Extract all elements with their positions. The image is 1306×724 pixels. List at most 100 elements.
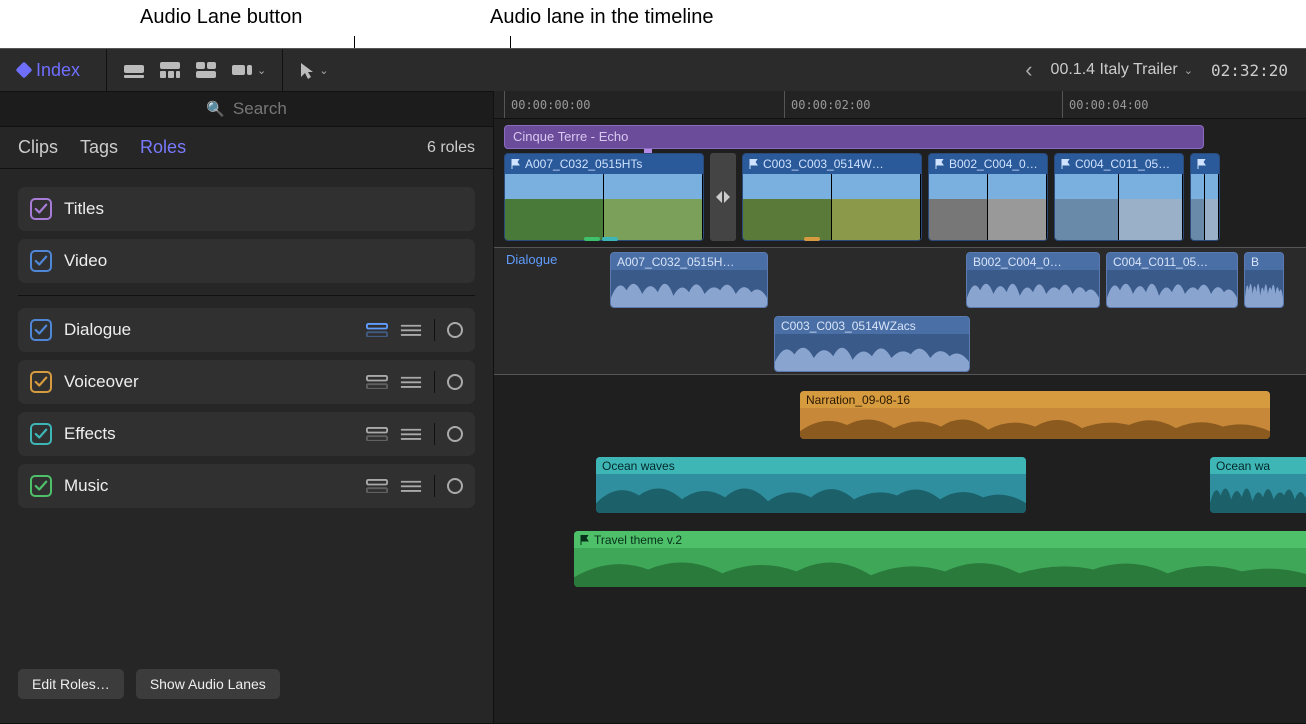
audio-clip[interactable]: C003_C003_0514WZacs	[774, 316, 970, 372]
chevron-down-icon: ⌄	[257, 64, 266, 77]
clip-label: Ocean wa	[1210, 457, 1306, 474]
audio-clip-effects[interactable]: Ocean wa	[1210, 457, 1306, 513]
roles-list: Titles Video Dialogue Voiceover Effects Music	[0, 169, 493, 508]
subroles-button[interactable]	[400, 478, 422, 494]
role-checkbox[interactable]	[30, 475, 52, 497]
video-clip[interactable]: C003_C003_0514W…	[742, 153, 922, 241]
timeline-index-sidebar: 🔍 Search Clips Tags Roles 6 roles Titles…	[0, 91, 494, 723]
search-placeholder: Search	[233, 99, 287, 119]
tool-menu[interactable]: ⌄	[283, 61, 344, 79]
tab-roles[interactable]: Roles	[140, 137, 186, 158]
keyword-marker[interactable]	[804, 237, 820, 241]
role-name: Voiceover	[64, 372, 139, 392]
annotation-lane-button: Audio Lane button	[140, 6, 302, 29]
tab-tags[interactable]: Tags	[80, 137, 118, 158]
toolbar: Index ⌄ ⌄ ‹ 00.1.4 Italy Trailer ⌄ 02:32…	[0, 49, 1306, 91]
audio-lane-button[interactable]	[366, 478, 388, 494]
focus-button[interactable]	[447, 374, 463, 390]
clip-label: A007_C032_0515H…	[611, 253, 767, 270]
role-row-dialogue[interactable]: Dialogue	[18, 308, 475, 352]
audio-lane-button[interactable]	[366, 374, 388, 390]
ruler-tick: 00:00:02:00	[784, 91, 870, 118]
index-tabs: Clips Tags Roles 6 roles	[0, 127, 493, 169]
role-name: Video	[64, 251, 107, 271]
role-name: Titles	[64, 199, 104, 219]
clip-view-3-icon[interactable]	[195, 61, 217, 79]
clip-label	[1191, 154, 1219, 174]
audio-lane-button[interactable]	[366, 426, 388, 442]
pointer-tool-icon	[299, 61, 315, 79]
sidebar-footer: Edit Roles… Show Audio Lanes	[0, 655, 493, 723]
subroles-button[interactable]	[400, 374, 422, 390]
clip-view-4-icon	[231, 61, 253, 79]
video-clip[interactable]	[1190, 153, 1220, 241]
clip-label: Travel theme v.2	[574, 531, 1306, 548]
role-checkbox[interactable]	[30, 250, 52, 272]
annotation-area: Audio Lane button Audio lane in the time…	[0, 0, 1306, 48]
search-icon: 🔍	[206, 100, 225, 118]
clip-label: C003_C003_0514W…	[743, 154, 921, 174]
focus-button[interactable]	[447, 478, 463, 494]
clip-label: B	[1245, 253, 1283, 270]
clip-view-1-icon[interactable]	[123, 61, 145, 79]
role-row-voiceover[interactable]: Voiceover	[18, 360, 475, 404]
transition-icon[interactable]	[710, 153, 736, 241]
audio-clip[interactable]: C004_C011_05…	[1106, 252, 1238, 308]
role-checkbox[interactable]	[30, 319, 52, 341]
focus-button[interactable]	[447, 426, 463, 442]
audio-clip-voiceover[interactable]: Narration_09-08-16	[800, 391, 1270, 439]
clip-appearance-buttons: ⌄	[107, 61, 282, 79]
clip-view-2-icon[interactable]	[159, 61, 181, 79]
edit-roles-button[interactable]: Edit Roles…	[18, 669, 124, 699]
role-checkbox[interactable]	[30, 371, 52, 393]
keyword-marker[interactable]	[584, 237, 600, 241]
clip-label: B002_C004_0…	[967, 253, 1099, 270]
audio-clip[interactable]: B002_C004_0…	[966, 252, 1100, 308]
project-menu[interactable]: 00.1.4 Italy Trailer ⌄	[1051, 61, 1193, 79]
timeline[interactable]: 00:00:00:0000:00:02:0000:00:04:00 Cinque…	[494, 91, 1306, 723]
dialogue-audio-lane: DialogueA007_C032_0515H…B002_C004_0…C004…	[494, 247, 1306, 375]
chevron-down-icon: ⌄	[1184, 64, 1193, 77]
tracks-area: Cinque Terre - Echo A007_C032_0515HTs C003…	[494, 119, 1306, 723]
video-clip[interactable]: C004_C011_05…	[1054, 153, 1184, 241]
chevron-down-icon: ⌄	[319, 64, 328, 77]
subroles-button[interactable]	[400, 322, 422, 338]
annotation-lane-timeline: Audio lane in the timeline	[490, 6, 713, 29]
role-checkbox[interactable]	[30, 198, 52, 220]
video-clip[interactable]: B002_C004_0…	[928, 153, 1048, 241]
audio-lane-button[interactable]	[366, 322, 388, 338]
tab-clips[interactable]: Clips	[18, 137, 58, 158]
subroles-button[interactable]	[400, 426, 422, 442]
video-clip[interactable]: A007_C032_0515HTs	[504, 153, 704, 241]
timeline-back-button[interactable]: ‹	[1025, 57, 1032, 83]
audio-clip[interactable]: A007_C032_0515H…	[610, 252, 768, 308]
index-button[interactable]: Index	[0, 49, 106, 91]
clip-view-menu[interactable]: ⌄	[231, 61, 266, 79]
clip-label: A007_C032_0515HTs	[505, 154, 703, 174]
app-frame: Index ⌄ ⌄ ‹ 00.1.4 Italy Trailer ⌄ 02:32…	[0, 48, 1306, 724]
title-clip[interactable]: Cinque Terre - Echo	[504, 125, 1204, 149]
role-row-music[interactable]: Music	[18, 464, 475, 508]
role-checkbox[interactable]	[30, 423, 52, 445]
timecode-display[interactable]: 02:32:20	[1211, 61, 1288, 80]
role-name: Music	[64, 476, 108, 496]
audio-clip-music[interactable]: Travel theme v.2	[574, 531, 1306, 587]
role-row-video[interactable]: Video	[18, 239, 475, 283]
time-ruler[interactable]: 00:00:00:0000:00:02:0000:00:04:00	[494, 91, 1306, 119]
search-field[interactable]: 🔍 Search	[0, 91, 493, 127]
keyword-marker[interactable]	[602, 237, 618, 241]
clip-label: C004_C011_05…	[1107, 253, 1237, 270]
roles-count: 6 roles	[427, 139, 475, 157]
show-audio-lanes-button[interactable]: Show Audio Lanes	[136, 669, 280, 699]
clip-label: C003_C003_0514WZacs	[775, 317, 969, 334]
focus-button[interactable]	[447, 322, 463, 338]
role-name: Dialogue	[64, 320, 131, 340]
primary-storyline: A007_C032_0515HTs C003_C003_0514W… B002_C0…	[504, 153, 1306, 241]
role-row-titles[interactable]: Titles	[18, 187, 475, 231]
role-row-effects[interactable]: Effects	[18, 412, 475, 456]
clip-label: C004_C011_05…	[1055, 154, 1183, 174]
index-label: Index	[36, 60, 80, 81]
audio-clip-effects[interactable]: Ocean waves	[596, 457, 1026, 513]
clip-label: Ocean waves	[596, 457, 1026, 474]
audio-clip[interactable]: B	[1244, 252, 1284, 308]
